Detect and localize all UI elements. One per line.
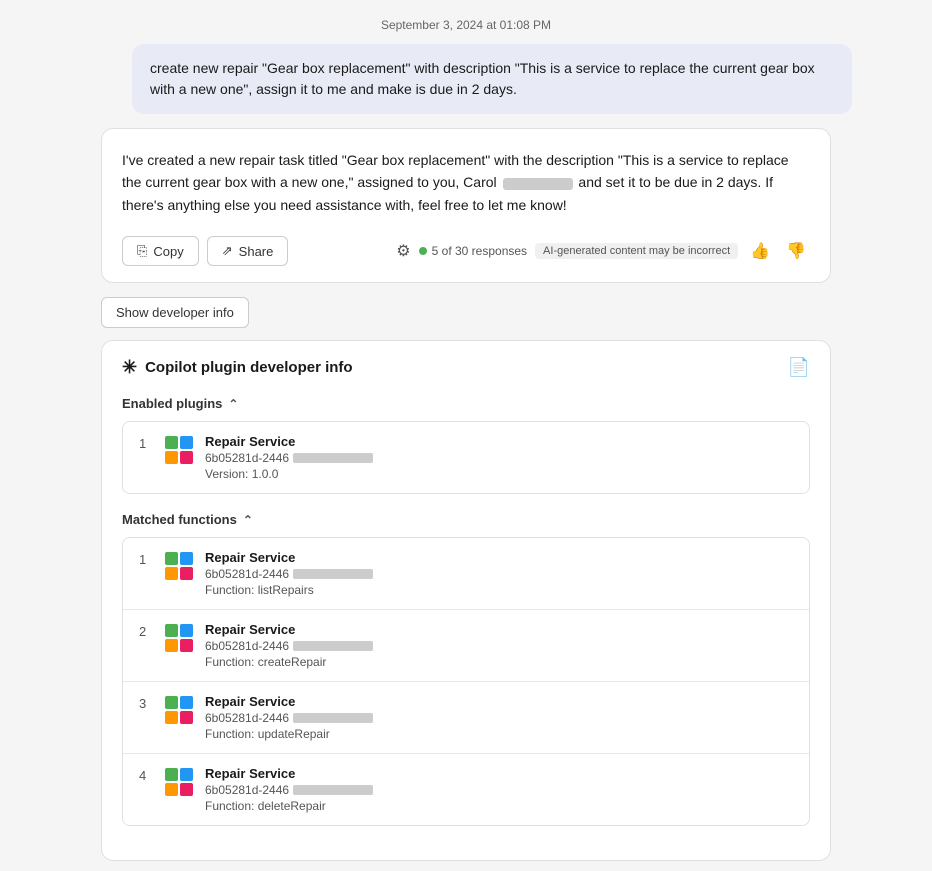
mf-icon-1 bbox=[165, 552, 193, 580]
matched-function-item-2: 2 Repair Service 6b05281d-2446 Function:… bbox=[123, 610, 809, 682]
matched-functions-header: Matched functions ⌃ bbox=[122, 512, 810, 527]
mf-id-redacted-1 bbox=[293, 569, 373, 579]
thumbs-down-button[interactable]: 👎 bbox=[782, 237, 810, 265]
share-icon: ⇗ bbox=[222, 243, 233, 259]
share-button[interactable]: ⇗ Share bbox=[207, 236, 289, 266]
mf-function-1: Function: listRepairs bbox=[205, 583, 793, 597]
share-label: Share bbox=[239, 244, 274, 259]
plugin-id-1: 6b05281d-2446 bbox=[205, 451, 793, 465]
mf-icon-sq-tr-4 bbox=[180, 768, 193, 781]
plugin-name-1: Repair Service bbox=[205, 434, 793, 449]
copy-button[interactable]: ⎘ Copy bbox=[122, 236, 199, 266]
icon-sq-bl bbox=[165, 451, 178, 464]
plugin-version-1: Version: 1.0.0 bbox=[205, 467, 793, 481]
mf-id-redacted-3 bbox=[293, 713, 373, 723]
export-icon[interactable]: 📄 bbox=[788, 357, 810, 378]
mf-icon-sq-tl-1 bbox=[165, 552, 178, 565]
mf-id-2: 6b05281d-2446 bbox=[205, 639, 793, 653]
status-dot bbox=[419, 247, 427, 255]
mf-id-4: 6b05281d-2446 bbox=[205, 783, 793, 797]
mf-name-4: Repair Service bbox=[205, 766, 793, 781]
mf-id-3: 6b05281d-2446 bbox=[205, 711, 793, 725]
matched-function-item-3: 3 Repair Service 6b05281d-2446 Function:… bbox=[123, 682, 809, 754]
mf-function-3: Function: updateRepair bbox=[205, 727, 793, 741]
mf-icon-sq-tr-1 bbox=[180, 552, 193, 565]
ai-settings-icon[interactable]: ⚙ bbox=[396, 241, 410, 261]
copy-label: Copy bbox=[153, 244, 183, 259]
mf-icon-sq-bl-2 bbox=[165, 639, 178, 652]
timestamp: September 3, 2024 at 01:08 PM bbox=[0, 18, 932, 32]
mf-icon-sq-br-3 bbox=[180, 711, 193, 724]
matched-functions-label: Matched functions bbox=[122, 512, 237, 527]
mf-name-2: Repair Service bbox=[205, 622, 793, 637]
responses-count: 5 of 30 responses bbox=[432, 244, 527, 258]
mf-icon-4 bbox=[165, 768, 193, 796]
mf-icon-sq-tl-4 bbox=[165, 768, 178, 781]
matched-function-item-4: 4 Repair Service 6b05281d-2446 Function:… bbox=[123, 754, 809, 825]
mf-icon-sq-tl-3 bbox=[165, 696, 178, 709]
responses-info: 5 of 30 responses bbox=[419, 244, 527, 258]
mf-name-1: Repair Service bbox=[205, 550, 793, 565]
enabled-plugin-item-1: 1 Repair Service 6b05281d-2446 Version: … bbox=[123, 422, 809, 493]
mf-icon-sq-bl-4 bbox=[165, 783, 178, 796]
mf-details-2: Repair Service 6b05281d-2446 Function: c… bbox=[205, 622, 793, 669]
dev-info-card: ✳ Copilot plugin developer info 📄 Enable… bbox=[101, 340, 831, 861]
ai-response-card: I've created a new repair task titled "G… bbox=[101, 128, 831, 283]
ai-response-text: I've created a new repair task titled "G… bbox=[122, 149, 810, 216]
mf-name-3: Repair Service bbox=[205, 694, 793, 709]
action-bar-right: ⚙ 5 of 30 responses AI-generated content… bbox=[396, 237, 810, 265]
mf-function-2: Function: createRepair bbox=[205, 655, 793, 669]
matched-function-item-1: 1 Repair Service 6b05281d-2446 Function:… bbox=[123, 538, 809, 610]
enabled-plugins-header: Enabled plugins ⌃ bbox=[122, 396, 810, 411]
mf-icon-sq-br-2 bbox=[180, 639, 193, 652]
mf-icon-sq-tl-2 bbox=[165, 624, 178, 637]
mf-index-3: 3 bbox=[139, 696, 153, 711]
thumbs-up-button[interactable]: 👍 bbox=[746, 237, 774, 265]
show-developer-info-button[interactable]: Show developer info bbox=[101, 297, 249, 328]
mf-index-1: 1 bbox=[139, 552, 153, 567]
mf-details-4: Repair Service 6b05281d-2446 Function: d… bbox=[205, 766, 793, 813]
mf-icon-sq-tr-3 bbox=[180, 696, 193, 709]
user-message: create new repair "Gear box replacement"… bbox=[132, 44, 852, 114]
mf-index-2: 2 bbox=[139, 624, 153, 639]
chevron-up-icon-2[interactable]: ⌃ bbox=[243, 513, 253, 527]
chevron-up-icon[interactable]: ⌃ bbox=[228, 397, 238, 411]
mf-icon-2 bbox=[165, 624, 193, 652]
dev-info-header: ✳ Copilot plugin developer info 📄 bbox=[122, 357, 810, 378]
icon-sq-tr bbox=[180, 436, 193, 449]
copilot-icon: ✳ bbox=[122, 357, 137, 378]
dev-info-title: ✳ Copilot plugin developer info bbox=[122, 357, 353, 378]
plugin-details-1: Repair Service 6b05281d-2446 Version: 1.… bbox=[205, 434, 793, 481]
mf-icon-sq-br-4 bbox=[180, 783, 193, 796]
mf-details-3: Repair Service 6b05281d-2446 Function: u… bbox=[205, 694, 793, 741]
dev-section: Show developer info ✳ Copilot plugin dev… bbox=[101, 297, 831, 861]
enabled-plugins-label: Enabled plugins bbox=[122, 396, 222, 411]
enabled-plugins-list: 1 Repair Service 6b05281d-2446 Version: … bbox=[122, 421, 810, 494]
mf-id-redacted-2 bbox=[293, 641, 373, 651]
mf-details-1: Repair Service 6b05281d-2446 Function: l… bbox=[205, 550, 793, 597]
mf-index-4: 4 bbox=[139, 768, 153, 783]
copy-icon: ⎘ bbox=[137, 243, 147, 259]
mf-icon-sq-bl-1 bbox=[165, 567, 178, 580]
icon-sq-tl bbox=[165, 436, 178, 449]
matched-functions-list: 1 Repair Service 6b05281d-2446 Function:… bbox=[122, 537, 810, 826]
plugin-id-redacted-1 bbox=[293, 453, 373, 463]
plugin-index-1: 1 bbox=[139, 436, 153, 451]
mf-icon-sq-tr-2 bbox=[180, 624, 193, 637]
mf-function-4: Function: deleteRepair bbox=[205, 799, 793, 813]
ai-badge: AI-generated content may be incorrect bbox=[535, 243, 738, 259]
mf-icon-3 bbox=[165, 696, 193, 724]
action-bar: ⎘ Copy ⇗ Share ⚙ 5 of 30 responses AI-ge… bbox=[122, 232, 810, 266]
mf-icon-sq-bl-3 bbox=[165, 711, 178, 724]
icon-sq-br bbox=[180, 451, 193, 464]
mf-icon-sq-br-1 bbox=[180, 567, 193, 580]
dev-info-title-text: Copilot plugin developer info bbox=[145, 359, 353, 376]
mf-id-redacted-4 bbox=[293, 785, 373, 795]
plugin-icon-1 bbox=[165, 436, 193, 464]
redacted-name bbox=[503, 178, 573, 190]
mf-id-1: 6b05281d-2446 bbox=[205, 567, 793, 581]
